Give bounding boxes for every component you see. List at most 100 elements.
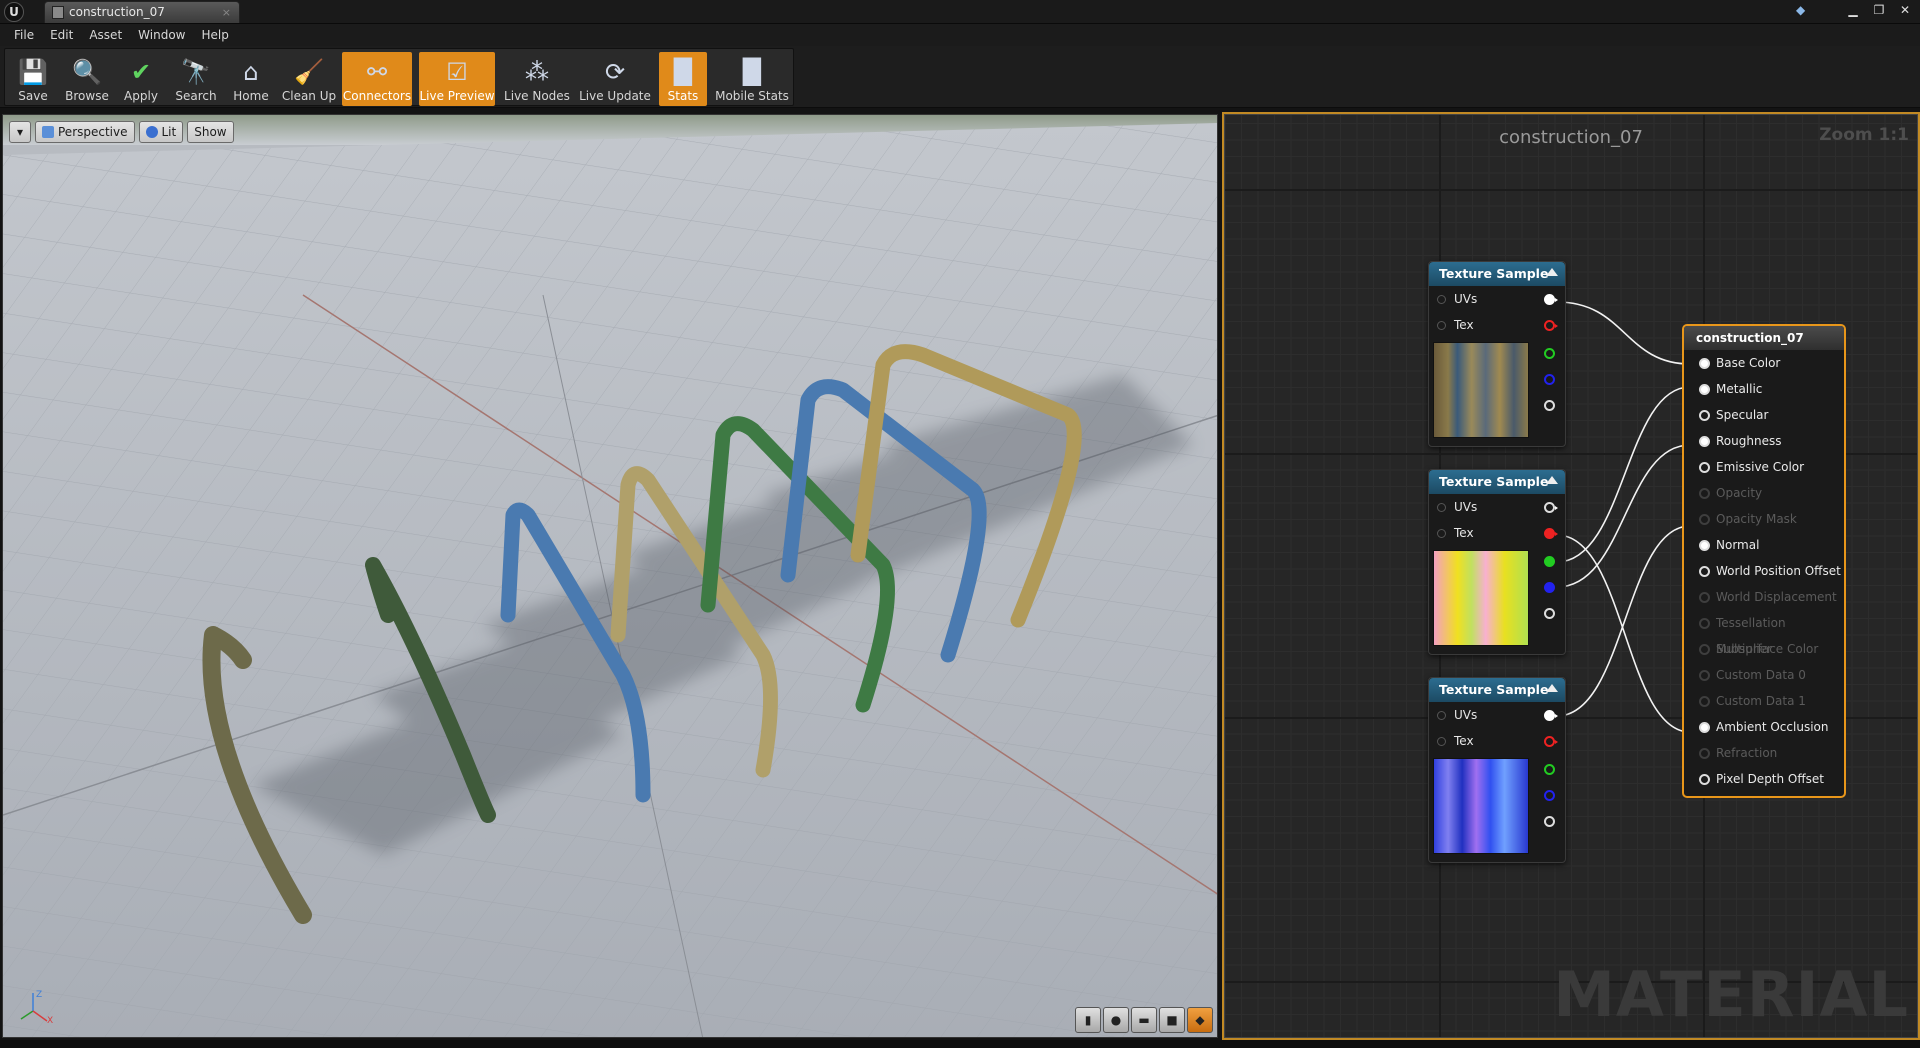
material-pin-refraction: Refraction [1684, 740, 1844, 766]
alpha-output-pin-icon[interactable] [1544, 608, 1555, 619]
material-watermark: MATERIAL [1553, 958, 1909, 1031]
live-update-button[interactable]: ⟳ Live Update [577, 52, 653, 106]
input-pin-icon[interactable] [1699, 462, 1710, 473]
alpha-output-pin-icon[interactable] [1544, 816, 1555, 827]
lit-button[interactable]: Lit [138, 121, 184, 143]
search-button[interactable]: 🔭 Search [168, 52, 224, 106]
alpha-output-pin-icon[interactable] [1544, 400, 1555, 411]
red-output-pin-icon[interactable] [1544, 736, 1558, 747]
preview-viewport[interactable]: ▾ Perspective Lit Show Z X ▮ ● ▬ ■ ◆ [2, 114, 1218, 1038]
input-pin-icon[interactable] [1699, 566, 1710, 577]
collapse-icon[interactable] [1546, 268, 1558, 276]
green-output-pin-icon[interactable] [1544, 764, 1555, 775]
red-output-pin-icon[interactable] [1544, 528, 1558, 539]
menu-edit[interactable]: Edit [42, 24, 81, 46]
menu-file[interactable]: File [6, 24, 42, 46]
material-pin-normal[interactable]: Normal [1684, 532, 1844, 558]
pin-label: Custom Data 1 [1716, 694, 1806, 708]
material-pin-base-color[interactable]: Base Color [1684, 350, 1844, 376]
show-button[interactable]: Show [187, 121, 234, 143]
browse-button[interactable]: 🔍 Browse [60, 52, 114, 106]
pin-tex[interactable]: Tex [1429, 520, 1565, 546]
apply-button[interactable]: ✔ Apply [116, 52, 166, 106]
material-pin-metallic[interactable]: Metallic [1684, 376, 1844, 402]
input-pin-icon[interactable] [1437, 295, 1446, 304]
material-node-title[interactable]: construction_07 [1684, 326, 1844, 350]
input-pin-icon[interactable] [1699, 774, 1710, 785]
green-output-pin-icon[interactable] [1544, 348, 1555, 359]
input-pin-icon[interactable] [1699, 722, 1710, 733]
clean-up-button[interactable]: 🧹 Clean Up [278, 52, 340, 106]
input-pin-icon [1699, 696, 1710, 707]
search-label: Search [175, 89, 217, 103]
texture-sample-node-3[interactable]: Texture Sample UVs Tex [1428, 677, 1566, 863]
texture-sample-node-1[interactable]: Texture Sample UVs Tex [1428, 261, 1566, 447]
pin-label: UVs [1454, 292, 1478, 306]
mobile-stats-button[interactable]: ▐▌ Mobile Stats [713, 52, 791, 106]
pin-tex[interactable]: Tex [1429, 728, 1565, 754]
green-output-pin-icon[interactable] [1544, 556, 1555, 567]
plane-preview-icon[interactable]: ▬ [1131, 1007, 1157, 1033]
collapse-icon[interactable] [1546, 684, 1558, 692]
input-pin-icon[interactable] [1437, 503, 1446, 512]
rgb-output-pin-icon[interactable] [1544, 710, 1558, 721]
perspective-button[interactable]: Perspective [35, 121, 135, 143]
input-pin-icon[interactable] [1699, 436, 1710, 447]
pin-uvs[interactable]: UVs [1429, 494, 1565, 520]
document-tab[interactable]: construction_07 × [44, 1, 240, 23]
input-pin-icon[interactable] [1699, 410, 1710, 421]
tab-close-icon[interactable]: × [222, 2, 231, 23]
red-output-pin-icon[interactable] [1544, 320, 1558, 331]
menu-window[interactable]: Window [130, 24, 193, 46]
live-nodes-button[interactable]: ⁂ Live Nodes [501, 52, 573, 106]
cylinder-preview-icon[interactable]: ▮ [1075, 1007, 1101, 1033]
save-button[interactable]: 💾 Save [8, 52, 58, 106]
rgb-output-pin-icon[interactable] [1544, 502, 1558, 513]
sphere-preview-icon[interactable]: ● [1103, 1007, 1129, 1033]
viewport-options-button[interactable]: ▾ [9, 121, 31, 143]
rgb-output-pin-icon[interactable] [1544, 294, 1558, 305]
home-button[interactable]: ⌂ Home [226, 52, 276, 106]
material-pin-world-displacement: World Displacement [1684, 584, 1844, 610]
menu-help[interactable]: Help [193, 24, 236, 46]
custom-mesh-preview-icon[interactable]: ◆ [1187, 1007, 1213, 1033]
live-preview-button[interactable]: ☑ Live Preview [419, 52, 495, 106]
node-header[interactable]: Texture Sample [1429, 262, 1565, 286]
pin-label: Specular [1716, 408, 1769, 422]
node-header[interactable]: Texture Sample [1429, 678, 1565, 702]
lit-label: Lit [161, 125, 177, 139]
input-pin-icon[interactable] [1699, 384, 1710, 395]
blue-output-pin-icon[interactable] [1544, 582, 1555, 593]
input-pin-icon[interactable] [1699, 540, 1710, 551]
material-pin-emissive-color[interactable]: Emissive Color [1684, 454, 1844, 480]
blue-output-pin-icon[interactable] [1544, 374, 1555, 385]
pin-tex[interactable]: Tex [1429, 312, 1565, 338]
texture-sample-node-2[interactable]: Texture Sample UVs Tex [1428, 469, 1566, 655]
pin-uvs[interactable]: UVs [1429, 286, 1565, 312]
material-pin-ambient-occlusion[interactable]: Ambient Occlusion [1684, 714, 1844, 740]
connectors-button[interactable]: ⚯ Connectors [342, 52, 412, 106]
node-header[interactable]: Texture Sample [1429, 470, 1565, 494]
input-pin-icon[interactable] [1437, 529, 1446, 538]
material-pin-specular[interactable]: Specular [1684, 402, 1844, 428]
cube-preview-icon[interactable]: ■ [1159, 1007, 1185, 1033]
material-pin-pixel-depth-offset[interactable]: Pixel Depth Offset [1684, 766, 1844, 792]
notification-icon[interactable]: ◆ [1796, 3, 1812, 17]
material-result-node[interactable]: construction_07 Base Color Metallic Specul… [1682, 324, 1846, 798]
material-pin-world-position-offset[interactable]: World Position Offset [1684, 558, 1844, 584]
input-pin-icon[interactable] [1437, 737, 1446, 746]
stats-button[interactable]: ▐▌ Stats [659, 52, 707, 106]
input-pin-icon[interactable] [1437, 321, 1446, 330]
unreal-logo-icon[interactable]: U [4, 2, 24, 22]
material-pin-roughness[interactable]: Roughness [1684, 428, 1844, 454]
input-pin-icon[interactable] [1437, 711, 1446, 720]
menu-asset[interactable]: Asset [81, 24, 130, 46]
close-icon[interactable]: ✕ [1896, 2, 1914, 18]
pin-label: Tex [1454, 734, 1474, 748]
input-pin-icon[interactable] [1699, 358, 1710, 369]
pin-uvs[interactable]: UVs [1429, 702, 1565, 728]
restore-icon[interactable]: ❐ [1870, 2, 1888, 18]
collapse-icon[interactable] [1546, 476, 1558, 484]
minimize-icon[interactable]: ▁ [1844, 2, 1862, 18]
blue-output-pin-icon[interactable] [1544, 790, 1555, 801]
